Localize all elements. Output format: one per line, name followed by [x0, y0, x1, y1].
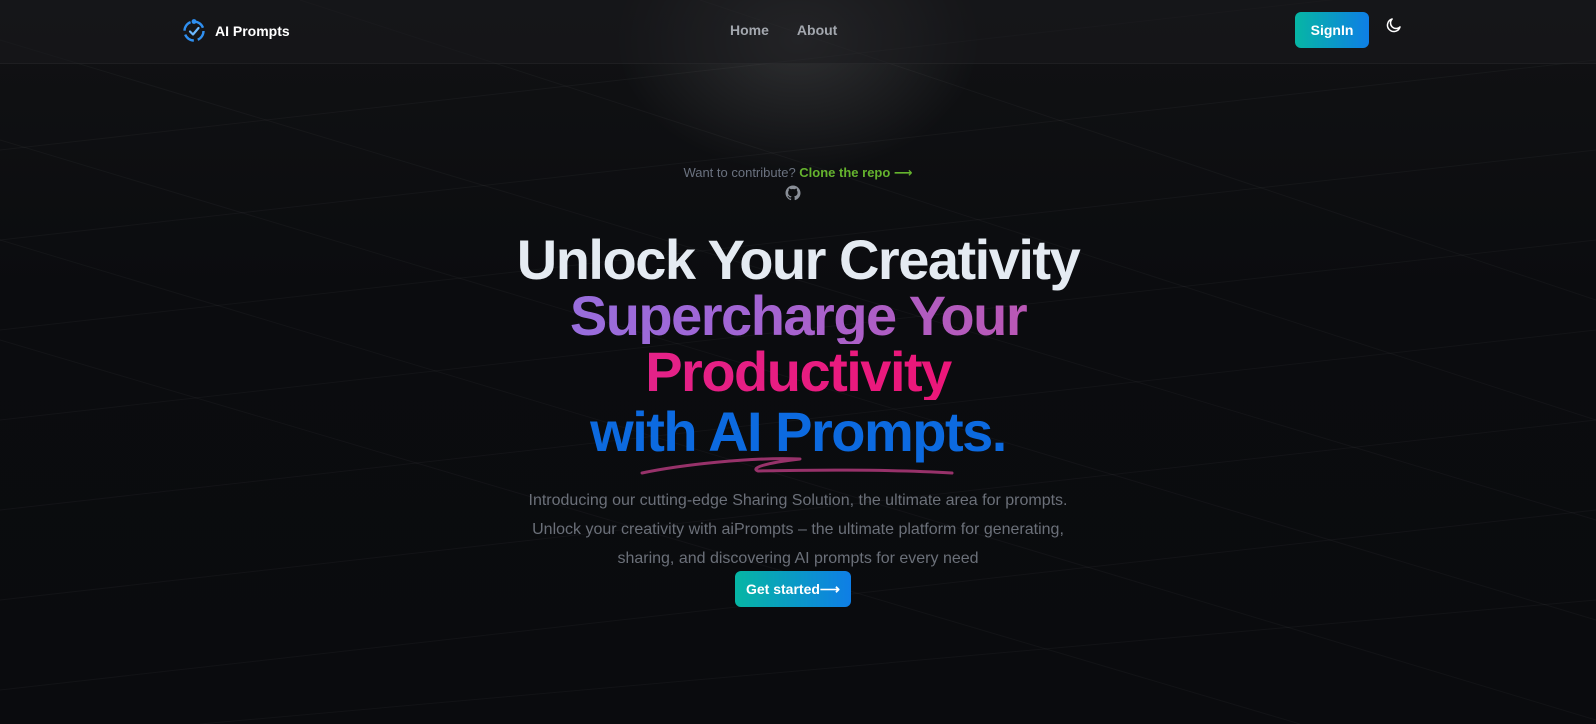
intro-line: Unlock your creativity with aiPrompts – …	[532, 521, 1064, 538]
signin-button[interactable]: SignIn	[1295, 12, 1369, 48]
github-icon[interactable]	[784, 184, 802, 202]
clone-repo-link[interactable]: Clone the repo ⟶	[799, 165, 912, 180]
headline-line-1: Unlock Your Creativity	[516, 228, 1081, 291]
intro-line: sharing, and discovering AI prompts for …	[617, 550, 979, 567]
main-nav: Home About	[730, 22, 837, 38]
contribute-banner: Want to contribute? Clone the repo ⟶	[0, 165, 1596, 181]
hero-intro: Introducing our cutting-edge Sharing Sol…	[0, 486, 1596, 573]
headline-line-2: Supercharge Your	[0, 288, 1596, 344]
nav-about-link[interactable]: About	[797, 22, 837, 38]
nav-home-link[interactable]: Home	[730, 22, 769, 38]
ai-prompts-logo-icon	[181, 18, 207, 44]
contribute-text: Want to contribute?	[683, 165, 800, 180]
brand-name: AI Prompts	[215, 23, 290, 39]
headline-line-3: Productivity	[0, 344, 1596, 400]
top-navbar: AI Prompts Home About SignIn	[0, 0, 1596, 64]
scribble-underline	[640, 457, 954, 475]
get-started-button[interactable]: Get started⟶	[735, 571, 851, 607]
intro-line: Introducing our cutting-edge Sharing Sol…	[528, 492, 1068, 509]
brand-logo[interactable]: AI Prompts	[181, 18, 290, 44]
hero-headline: Unlock Your Creativity Supercharge Your …	[0, 232, 1596, 460]
moon-icon[interactable]	[1385, 16, 1403, 34]
